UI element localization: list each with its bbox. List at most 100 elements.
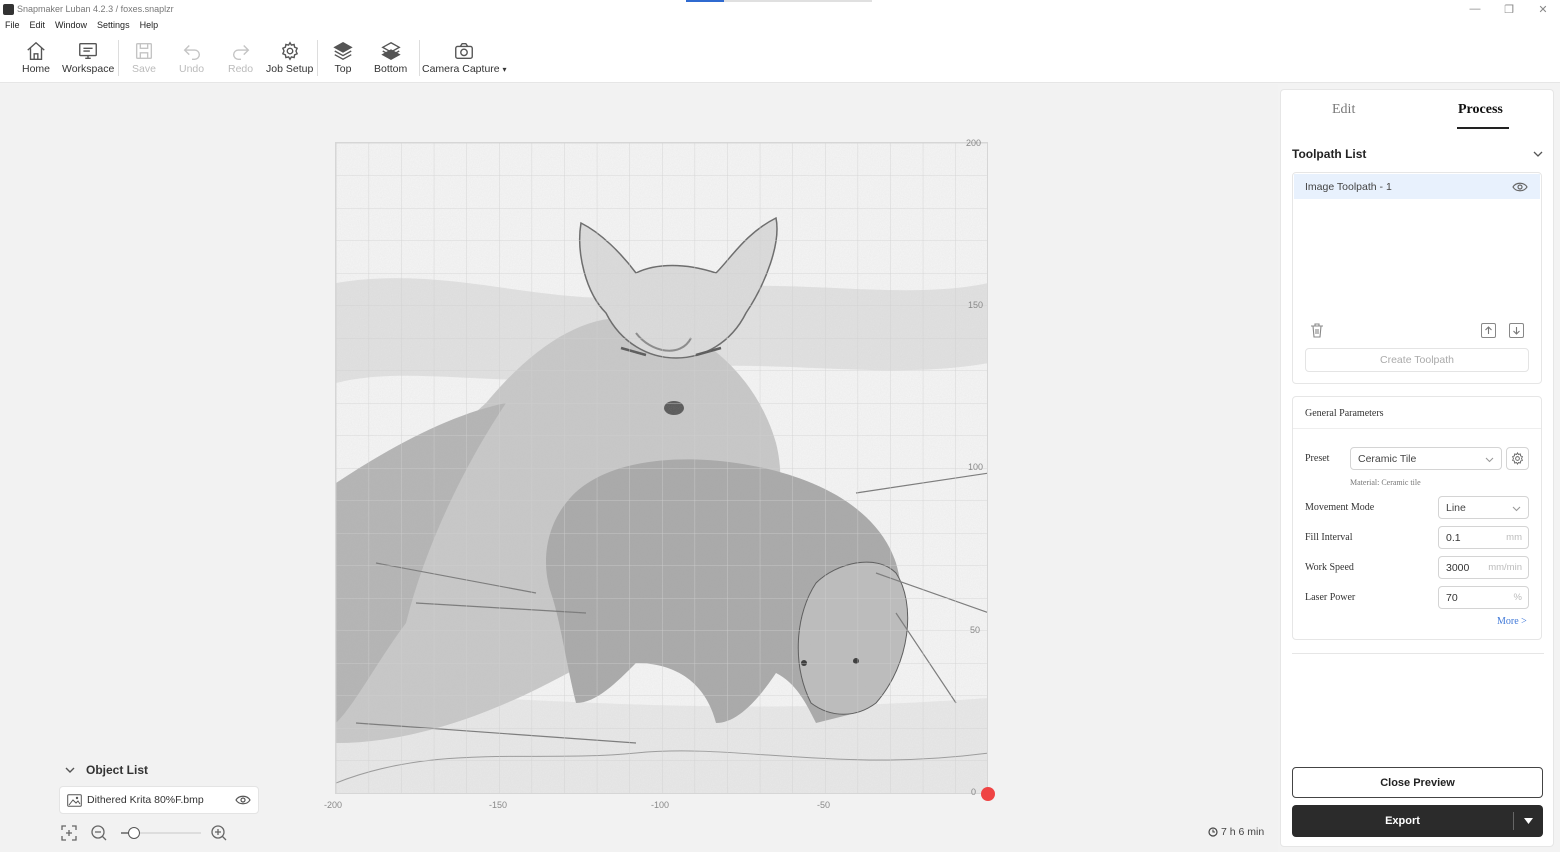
- image-file-icon: [67, 793, 82, 807]
- title-progress-bar: [686, 0, 872, 2]
- toolpath-list: Image Toolpath - 1 Create Toolpath: [1292, 172, 1542, 384]
- chevron-down-icon[interactable]: [1532, 148, 1544, 160]
- menu-edit[interactable]: Edit: [30, 20, 46, 30]
- tab-edit[interactable]: Edit: [1332, 102, 1355, 118]
- caret-down-icon: ▾: [502, 65, 507, 74]
- zoom-slider-handle[interactable]: [127, 827, 140, 839]
- export-button[interactable]: Export: [1292, 805, 1543, 837]
- y-tick-label: 150: [968, 300, 984, 310]
- zoom-in-icon[interactable]: [210, 824, 228, 842]
- toolpath-list-header[interactable]: Toolpath List: [1292, 147, 1544, 161]
- y-tick-label: 100: [968, 462, 984, 472]
- camera-icon: [455, 42, 474, 60]
- estimated-time: 7 h 6 min: [1208, 826, 1264, 838]
- y-tick-label: 50: [970, 625, 981, 635]
- tab-process[interactable]: Process: [1458, 102, 1503, 118]
- workspace-canvas[interactable]: [335, 142, 988, 794]
- gear-icon: [281, 41, 298, 61]
- toolpath-list-title: Toolpath List: [1292, 147, 1367, 161]
- undo-icon: [183, 45, 200, 60]
- chevron-down-icon: [1512, 506, 1521, 512]
- unit-label: mm/min: [1488, 562, 1522, 573]
- fill-interval-label: Fill Interval: [1305, 532, 1353, 543]
- toolbar-divider: [317, 40, 318, 76]
- home-button[interactable]: Home: [22, 40, 50, 80]
- unit-label: %: [1513, 592, 1522, 603]
- zoom-slider[interactable]: [121, 826, 201, 840]
- engraving-preview-image: [336, 143, 987, 793]
- redo-icon: [232, 45, 249, 60]
- more-parameters-link[interactable]: More >: [1497, 616, 1527, 627]
- y-tick-label: 200: [966, 138, 982, 148]
- top-view-button[interactable]: Top: [332, 40, 354, 80]
- work-speed-label: Work Speed: [1305, 562, 1354, 573]
- fill-interval-input[interactable]: 0.1 mm: [1438, 526, 1529, 549]
- restore-icon[interactable]: ❐: [1492, 0, 1526, 18]
- object-list-item[interactable]: Dithered Krita 80%F.bmp: [59, 786, 259, 814]
- move-down-icon[interactable]: [1509, 323, 1524, 338]
- menu-file[interactable]: File: [5, 20, 20, 30]
- create-toolpath-button[interactable]: Create Toolpath: [1305, 348, 1529, 372]
- eye-icon[interactable]: [235, 795, 251, 805]
- gear-icon: [1512, 451, 1523, 466]
- object-list-header[interactable]: Object List: [64, 763, 148, 777]
- toolbar: Home Workspace Save Undo Redo Job Setup …: [0, 32, 1560, 83]
- chevron-down-icon: [1485, 457, 1494, 463]
- movement-mode-select[interactable]: Line: [1438, 496, 1529, 519]
- laser-power-input[interactable]: 70 %: [1438, 586, 1529, 609]
- x-tick-label: -200: [324, 800, 343, 810]
- trash-icon[interactable]: [1310, 323, 1324, 338]
- save-button[interactable]: Save: [132, 40, 156, 80]
- origin-marker: [981, 787, 995, 801]
- undo-button[interactable]: Undo: [179, 40, 204, 80]
- job-setup-button[interactable]: Job Setup: [266, 40, 313, 80]
- right-panel: Edit Process Toolpath List Image Toolpat…: [1280, 89, 1554, 847]
- object-name: Dithered Krita 80%F.bmp: [87, 794, 204, 806]
- x-tick-label: -150: [489, 800, 508, 810]
- layers-bottom-icon: [380, 41, 401, 61]
- app-logo-icon: [3, 3, 14, 15]
- camera-capture-button[interactable]: Camera Capture ▾: [422, 40, 507, 80]
- toolpath-item[interactable]: Image Toolpath - 1: [1294, 174, 1540, 199]
- zoom-out-icon[interactable]: [90, 824, 108, 842]
- menu-help[interactable]: Help: [140, 20, 159, 30]
- toolbar-divider: [118, 40, 119, 76]
- work-speed-input[interactable]: 3000 mm/min: [1438, 556, 1529, 579]
- export-dropdown-icon[interactable]: [1514, 818, 1543, 824]
- eye-icon[interactable]: [1512, 182, 1528, 192]
- toolpath-name: Image Toolpath - 1: [1305, 180, 1392, 193]
- zoom-controls: [60, 824, 228, 842]
- chevron-down-icon: [65, 767, 75, 773]
- save-icon: [135, 42, 152, 60]
- minimize-icon[interactable]: —: [1458, 0, 1492, 18]
- menu-window[interactable]: Window: [55, 20, 87, 30]
- workspace-icon: [79, 42, 98, 60]
- general-parameters: General Parameters Preset Ceramic Tile M…: [1292, 396, 1542, 640]
- clock-icon: [1208, 827, 1218, 837]
- fit-view-icon[interactable]: [60, 824, 78, 842]
- object-list-title: Object List: [86, 763, 149, 777]
- x-tick-label: -50: [817, 800, 831, 810]
- preset-settings-button[interactable]: [1506, 447, 1529, 470]
- x-tick-label: -100: [651, 800, 670, 810]
- bottom-view-button[interactable]: Bottom: [374, 40, 407, 80]
- preset-select[interactable]: Ceramic Tile: [1350, 447, 1502, 470]
- material-note: Material: Ceramic tile: [1350, 478, 1421, 487]
- close-icon[interactable]: ✕: [1526, 0, 1560, 18]
- title-bar: Snapmaker Luban 4.2.3 / foxes.snaplzr — …: [0, 0, 1560, 18]
- x-tick-label: 0: [971, 787, 977, 797]
- unit-label: mm: [1506, 532, 1522, 543]
- workspace-button[interactable]: Workspace: [62, 40, 114, 80]
- window-title: Snapmaker Luban 4.2.3 / foxes.snaplzr: [17, 4, 174, 14]
- menu-settings[interactable]: Settings: [97, 20, 130, 30]
- section-divider: [1293, 428, 1541, 429]
- panel-tabs: Edit Process: [1281, 90, 1553, 132]
- panel-divider: [1292, 653, 1544, 654]
- menu-bar: File Edit Window Settings Help: [0, 18, 1560, 32]
- preset-label: Preset: [1305, 453, 1330, 464]
- redo-button[interactable]: Redo: [228, 40, 253, 80]
- general-parameters-title: General Parameters: [1305, 408, 1384, 419]
- move-up-icon[interactable]: [1481, 323, 1496, 338]
- close-preview-button[interactable]: Close Preview: [1292, 767, 1543, 798]
- laser-power-label: Laser Power: [1305, 592, 1356, 603]
